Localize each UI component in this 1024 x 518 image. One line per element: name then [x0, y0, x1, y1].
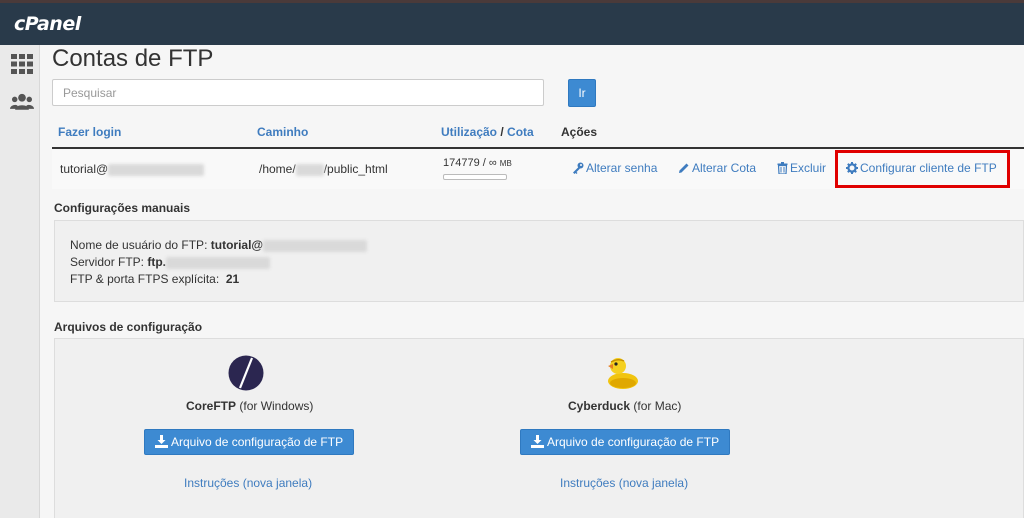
coreftp-instructions-link[interactable]: Instruções (nova janela) — [184, 476, 312, 490]
column-header-quota[interactable]: Cota — [507, 125, 534, 139]
change-quota-link[interactable]: Alterar Cota — [678, 161, 756, 175]
ftp-username-value: tutorial@ — [210, 238, 264, 252]
cpanel-logo[interactable]: cPanel — [14, 13, 81, 35]
search-go-button[interactable]: Ir — [568, 79, 596, 107]
column-header-usage[interactable]: Utilização — [441, 125, 497, 139]
usage-value: 174779 / ∞ — [443, 157, 497, 169]
key-icon — [573, 162, 584, 174]
coreftp-title: CoreFTP (for Windows) — [186, 399, 314, 413]
sidebar — [0, 45, 40, 518]
column-header-login[interactable]: Fazer login — [58, 125, 121, 139]
usage-text: 174779 / ∞ MB — [443, 157, 512, 169]
ftp-server-value: ftp. — [147, 255, 167, 269]
manual-config-heading: Configurações manuais — [54, 201, 191, 215]
highlight-box — [835, 150, 1010, 188]
login-cell: tutorial@ — [60, 162, 205, 176]
redacted-domain — [166, 256, 271, 269]
cyberduck-instructions-link[interactable]: Instruções (nova janela) — [560, 476, 688, 490]
coreftp-download-button[interactable]: Arquivo de configuração de FTP — [144, 429, 355, 455]
search-input[interactable] — [52, 79, 544, 106]
ftp-port-value: 21 — [225, 272, 240, 286]
column-header-path[interactable]: Caminho — [257, 125, 308, 139]
coreftp-logo-icon — [228, 355, 264, 391]
page-title: Contas de FTP — [52, 45, 214, 72]
cyberduck-logo-icon — [608, 358, 638, 389]
column-header-usage-quota: Utilização / Cota — [441, 125, 534, 139]
path-suffix: /public_html — [323, 162, 388, 176]
config-files-panel: CoreFTP (for Windows) Arquivo de configu… — [54, 338, 1024, 518]
cyberduck-download-button[interactable]: Arquivo de configuração de FTP — [520, 429, 731, 455]
column-header-separator: / — [500, 125, 504, 139]
main-content: Contas de FTP Ir Fazer login Caminho Uti… — [40, 45, 1024, 518]
ftp-server-line: Servidor FTP: ftp. — [70, 255, 271, 269]
config-files-heading: Arquivos de configuração — [54, 320, 203, 334]
redacted-domain — [108, 163, 205, 176]
column-header-actions: Ações — [561, 125, 598, 139]
cyberduck-title: Cyberduck (for Mac) — [568, 399, 682, 413]
ftp-port-line: FTP & porta FTPS explícita: 21 — [70, 272, 240, 286]
usage-progress-bar — [443, 174, 507, 180]
path-prefix: /home/ — [259, 162, 296, 176]
login-text: tutorial@ — [60, 162, 109, 176]
users-icon[interactable] — [10, 91, 34, 113]
download-icon — [155, 435, 168, 448]
usage-unit: MB — [499, 159, 512, 168]
top-bar: cPanel — [0, 0, 1024, 45]
path-cell: /home/ /public_html — [259, 162, 388, 176]
download-icon — [531, 435, 544, 448]
trash-icon — [777, 162, 788, 175]
manual-config-panel: Nome de usuário do FTP: tutorial@ Servid… — [54, 220, 1024, 302]
apps-grid-icon[interactable] — [10, 53, 34, 75]
change-password-link[interactable]: Alterar senha — [572, 161, 657, 175]
redacted-username — [295, 163, 324, 176]
ftp-username-line: Nome de usuário do FTP: tutorial@ — [70, 238, 368, 252]
redacted-domain — [263, 239, 368, 252]
delete-link[interactable]: Excluir — [777, 161, 826, 175]
pencil-icon — [679, 163, 689, 173]
